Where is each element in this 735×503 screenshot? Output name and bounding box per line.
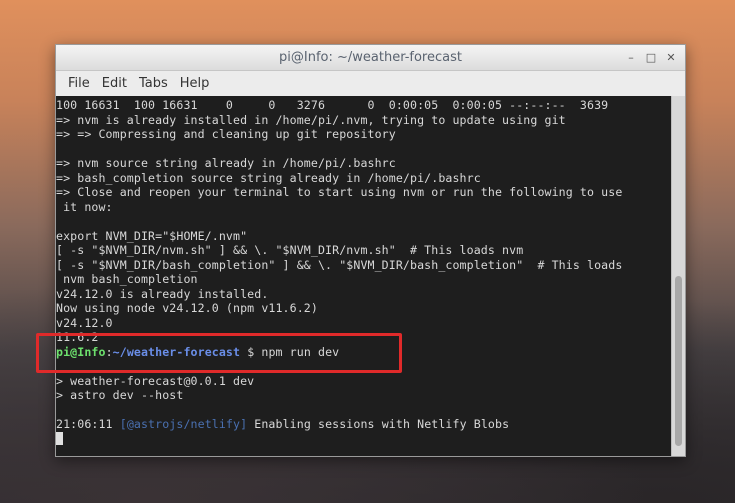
prompt-command: npm run dev [261,344,340,359]
terminal-line: > astro dev --host [56,388,184,402]
terminal-line: > weather-forecast@0.0.1 dev [56,373,255,388]
window-title: pi@Info: ~/weather-forecast [279,50,462,65]
terminal-window[interactable]: pi@Info: ~/weather-forecast – □ ✕ File E… [55,44,686,457]
command-prompt-line: pi@Info:~/weather-forecast $ npm run dev [56,345,671,360]
vertical-scrollbar[interactable] [671,96,685,456]
minimize-icon[interactable]: – [623,49,639,65]
log-message: Enabling sessions with Netlify Blobs [247,417,510,431]
menu-edit[interactable]: Edit [96,76,133,91]
terminal-line: => Close and reopen your terminal to sta… [56,185,623,199]
terminal-line: [ -s "$NVM_DIR/nvm.sh" ] && \. "$NVM_DIR… [56,243,524,257]
terminal-line: nvm bash_completion [56,272,198,286]
terminal-line: 100 16631 100 16631 0 0 3276 0 0:00:05 0… [56,98,609,112]
menu-bar: File Edit Tabs Help [56,71,685,96]
title-bar[interactable]: pi@Info: ~/weather-forecast – □ ✕ [56,45,685,71]
menu-tabs[interactable]: Tabs [133,76,174,91]
prompt-separator: : [105,344,113,359]
menu-file[interactable]: File [62,76,96,91]
terminal-line: v24.12.0 [56,315,113,330]
terminal-line: => => Compressing and cleaning up git re… [56,127,396,141]
terminal-line: v24.12.0 is already installed. [56,286,269,301]
prompt-symbol: $ [240,344,262,359]
maximize-icon[interactable]: □ [643,49,659,65]
window-controls: – □ ✕ [623,49,679,65]
prompt-path: ~/weather-forecast [112,344,241,359]
log-line: 21:06:11 [@astrojs/netlify] Enabling ses… [56,417,671,432]
log-time: 21:06:11 [56,417,120,431]
log-tag: [@astrojs/netlify] [119,417,248,431]
terminal-line: => nvm is already installed in /home/pi/… [56,112,566,127]
terminal-line: [ -s "$NVM_DIR/bash_completion" ] && \. … [56,257,623,272]
menu-help[interactable]: Help [174,76,216,91]
terminal-line: 11.6.2 [56,330,99,344]
terminal-line: export NVM_DIR="$HOME/.nvm" [56,228,248,243]
terminal-line: => bash_completion source string already… [56,170,481,185]
cursor-line [56,431,671,447]
close-icon[interactable]: ✕ [663,49,679,65]
prompt-user: pi@Info [56,344,106,359]
terminal-line: it now: [56,199,113,214]
terminal-line: => nvm source string already in /home/pi… [56,156,396,170]
scroll-thumb[interactable] [675,276,682,446]
terminal-output[interactable]: 100 16631 100 16631 0 0 3276 0 0:00:05 0… [56,96,671,456]
terminal-line: Now using node v24.12.0 (npm v11.6.2) [56,301,318,315]
text-cursor [56,431,63,445]
